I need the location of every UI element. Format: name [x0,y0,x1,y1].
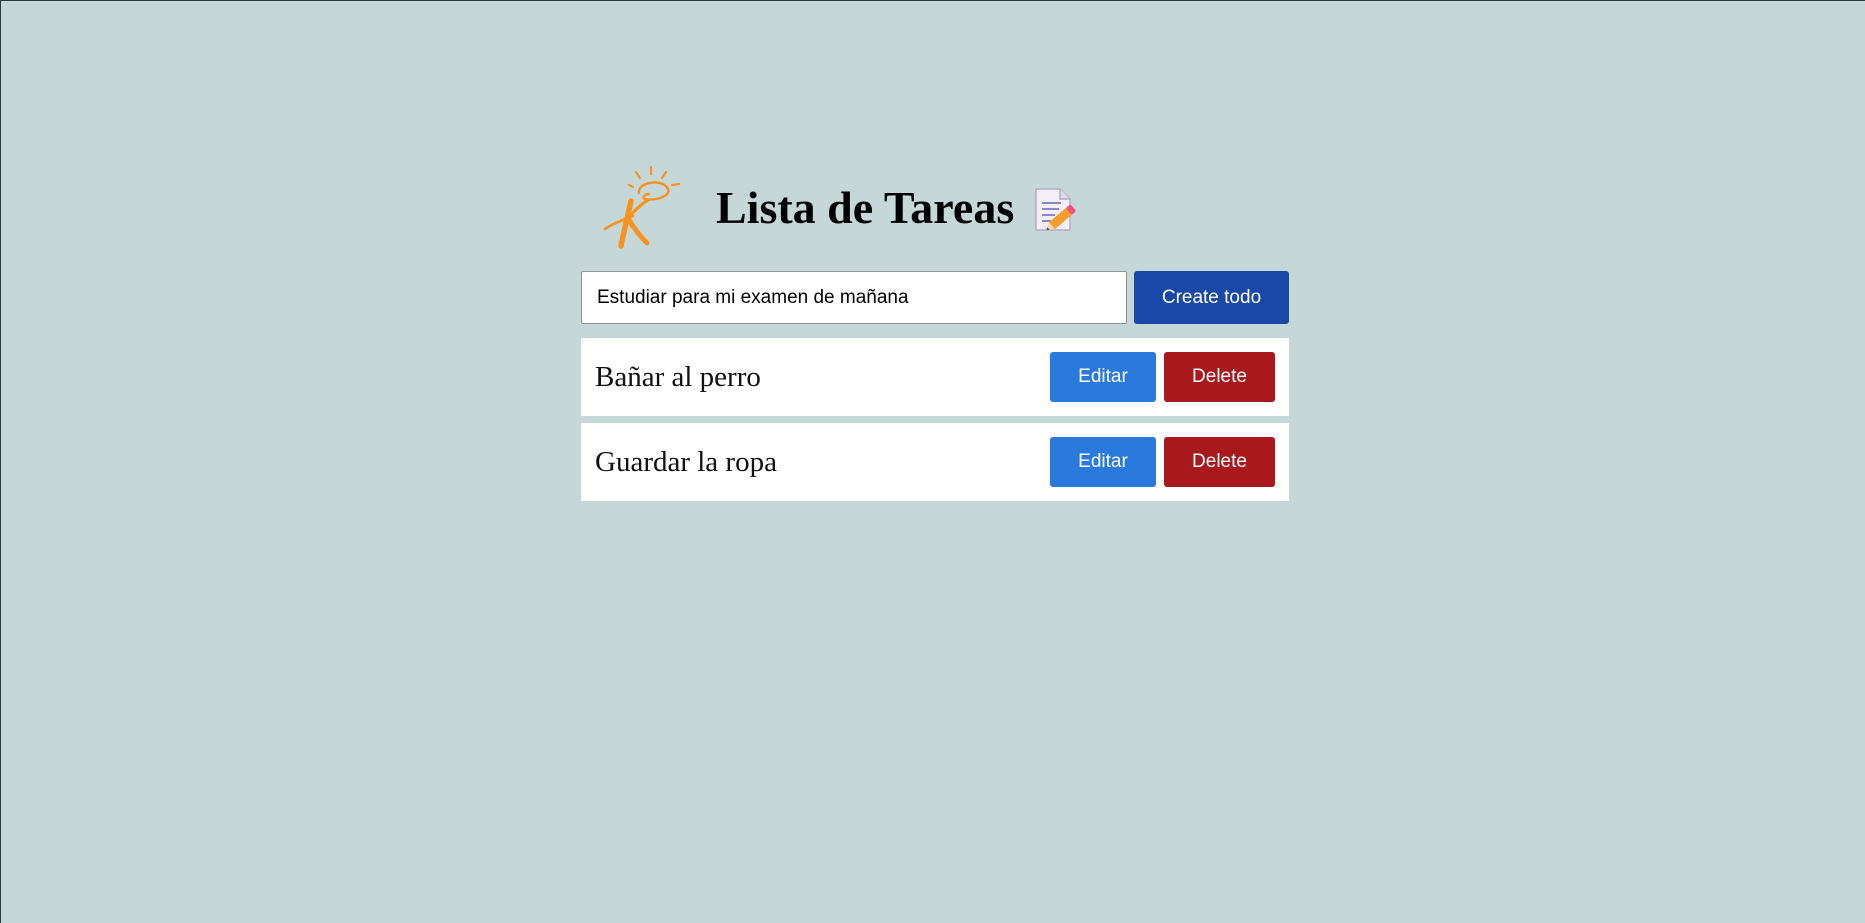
app-header: Lista de Tareas [581,163,1289,263]
edit-button[interactable]: Editar [1050,437,1156,487]
todo-app: Lista de Tareas Create todo [581,163,1289,501]
logo-icon [603,165,681,249]
edit-button[interactable]: Editar [1050,352,1156,402]
todo-item: Guardar la ropa Editar Delete [581,423,1289,501]
todo-text: Guardar la ropa [595,446,777,478]
todo-input[interactable] [581,271,1127,324]
delete-button[interactable]: Delete [1164,437,1275,487]
todo-list: Bañar al perro Editar Delete Guardar la … [581,338,1289,508]
create-todo-form: Create todo [581,271,1289,324]
delete-button[interactable]: Delete [1164,352,1275,402]
todo-text: Bañar al perro [595,361,761,393]
page-title: Lista de Tareas [716,182,1015,233]
memo-pencil-icon [1035,188,1076,231]
todo-item: Bañar al perro Editar Delete [581,338,1289,416]
create-todo-button[interactable]: Create todo [1134,271,1289,324]
page-background: Lista de Tareas Create todo [0,0,1865,923]
